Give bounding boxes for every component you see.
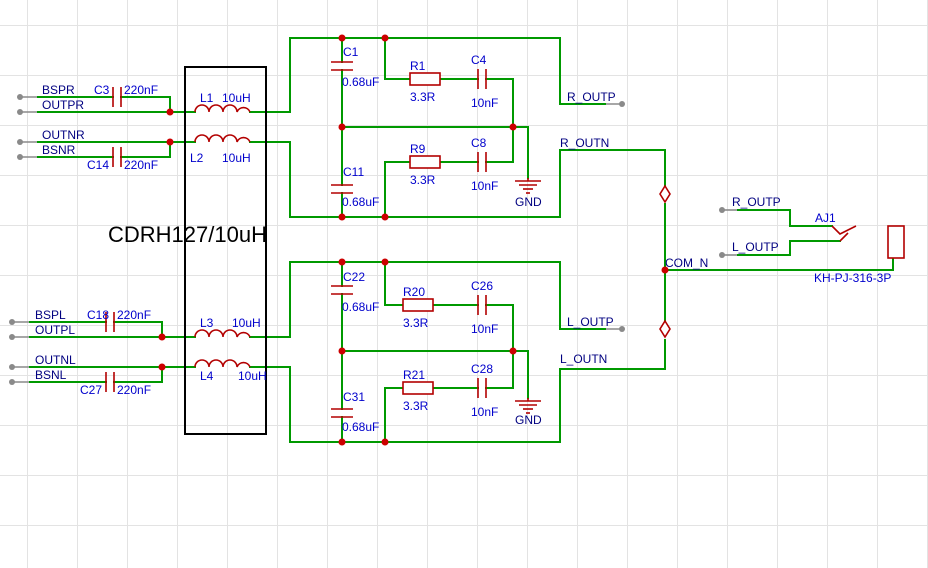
C4-value: 10nF (471, 96, 498, 110)
net-com-n: COM_N (665, 256, 708, 270)
C11-value: 0.68uF (342, 195, 379, 209)
schematic-canvas: CDRH127/10uH L1 10uH L2 10uH L3 10uH L4 … (0, 0, 928, 568)
C26-value: 10nF (471, 322, 498, 336)
L2-ref: L2 (190, 151, 204, 165)
AJ1-value: KH-PJ-316-3P (814, 271, 891, 285)
capacitor-C8: C8 10nF (471, 136, 498, 193)
input-pins (9, 94, 38, 385)
C8-value: 10nF (471, 179, 498, 193)
net-outpl: OUTPL (35, 323, 75, 337)
net-bspl: BSPL (35, 308, 66, 322)
R20-ref: R20 (403, 285, 425, 299)
R21-value: 3.3R (403, 399, 429, 413)
inductor-L3: L3 10uH (194, 316, 261, 338)
gnd-label-bottom: GND (515, 413, 542, 427)
inductor-L2: L2 10uH (190, 134, 251, 165)
C27-ref: C27 (80, 383, 102, 397)
C18-value: 220nF (117, 308, 151, 322)
C31-value: 0.68uF (342, 420, 379, 434)
capacitor-C11: C11 0.68uF (331, 165, 379, 209)
flag-diamond-bottom (659, 319, 671, 339)
C28-value: 10nF (471, 405, 498, 419)
L2-value: 10uH (222, 151, 251, 165)
L3-value: 10uH (232, 316, 261, 330)
R1-ref: R1 (410, 59, 426, 73)
C14-value: 220nF (124, 158, 158, 172)
gnd-symbol-bottom: GND (515, 398, 542, 427)
net-jack-l-outp: L_OUTP (732, 240, 779, 254)
C1-value: 0.68uF (342, 75, 379, 89)
net-outpr: OUTPR (42, 98, 84, 112)
C26-ref: C26 (471, 279, 493, 293)
net-jack-r-outp: R_OUTP (732, 195, 781, 209)
resistor-R21: R21 3.3R (402, 368, 434, 413)
gnd-label-top: GND (515, 195, 542, 209)
resistor-R20: R20 3.3R (402, 285, 434, 330)
capacitor-C22: C22 0.68uF (331, 270, 379, 314)
C31-ref: C31 (343, 390, 365, 404)
C27-value: 220nF (117, 383, 151, 397)
capacitor-C28: C28 10nF (471, 362, 498, 419)
net-l-outp: L_OUTP (567, 315, 614, 329)
C1-ref: C1 (343, 45, 359, 59)
net-bsnr: BSNR (42, 143, 76, 157)
net-outnl: OUTNL (35, 353, 76, 367)
inductor-L1: L1 10uH (194, 91, 251, 113)
C11-ref: C11 (343, 165, 364, 179)
net-outnr: OUTNR (42, 128, 85, 142)
capacitor-C31: C31 0.68uF (331, 390, 379, 434)
C3-value: 220nF (124, 83, 158, 97)
flag-diamond-top (659, 184, 671, 204)
AJ1-ref: AJ1 (815, 211, 836, 225)
C18-ref: C18 (87, 308, 109, 322)
C14-ref: C14 (87, 158, 109, 172)
package-title: CDRH127/10uH (108, 222, 267, 247)
audio-jack-AJ1: AJ1 KH-PJ-316-3P (814, 211, 905, 285)
R20-value: 3.3R (403, 316, 429, 330)
R1-value: 3.3R (410, 90, 436, 104)
L1-ref: L1 (200, 91, 214, 105)
C4-ref: C4 (471, 53, 487, 67)
C22-ref: C22 (343, 270, 365, 284)
net-l-outn: L_OUTN (560, 352, 607, 366)
C8-ref: C8 (471, 136, 487, 150)
capacitor-C26: C26 10nF (471, 279, 498, 336)
L4-value: 10uH (238, 369, 267, 383)
capacitor-C1: C1 0.68uF (331, 45, 379, 89)
R9-value: 3.3R (410, 173, 436, 187)
resistor-R1: R1 3.3R (409, 59, 441, 104)
resistor-R9: R9 3.3R (409, 142, 441, 187)
capacitor-C18: C18 220nF (87, 308, 151, 332)
net-bspr: BSPR (42, 83, 75, 97)
net-r-outn: R_OUTN (560, 136, 609, 150)
capacitor-C4: C4 10nF (471, 53, 498, 110)
L1-value: 10uH (222, 91, 251, 105)
gnd-symbol-top: GND (515, 178, 542, 209)
capacitor-C3: C3 220nF (94, 83, 158, 107)
R9-ref: R9 (410, 142, 426, 156)
output-pins (605, 101, 738, 332)
R21-ref: R21 (403, 368, 425, 382)
L4-ref: L4 (200, 369, 214, 383)
L3-ref: L3 (200, 316, 214, 330)
inductor-L4: L4 10uH (194, 359, 267, 383)
schematic: CDRH127/10uH L1 10uH L2 10uH L3 10uH L4 … (9, 34, 905, 446)
net-r-outp: R_OUTP (567, 90, 616, 104)
capacitor-C14: C14 220nF (87, 147, 158, 172)
C22-value: 0.68uF (342, 300, 379, 314)
net-bsnl: BSNL (35, 368, 67, 382)
C3-ref: C3 (94, 83, 110, 97)
capacitor-C27: C27 220nF (80, 372, 151, 397)
C28-ref: C28 (471, 362, 493, 376)
